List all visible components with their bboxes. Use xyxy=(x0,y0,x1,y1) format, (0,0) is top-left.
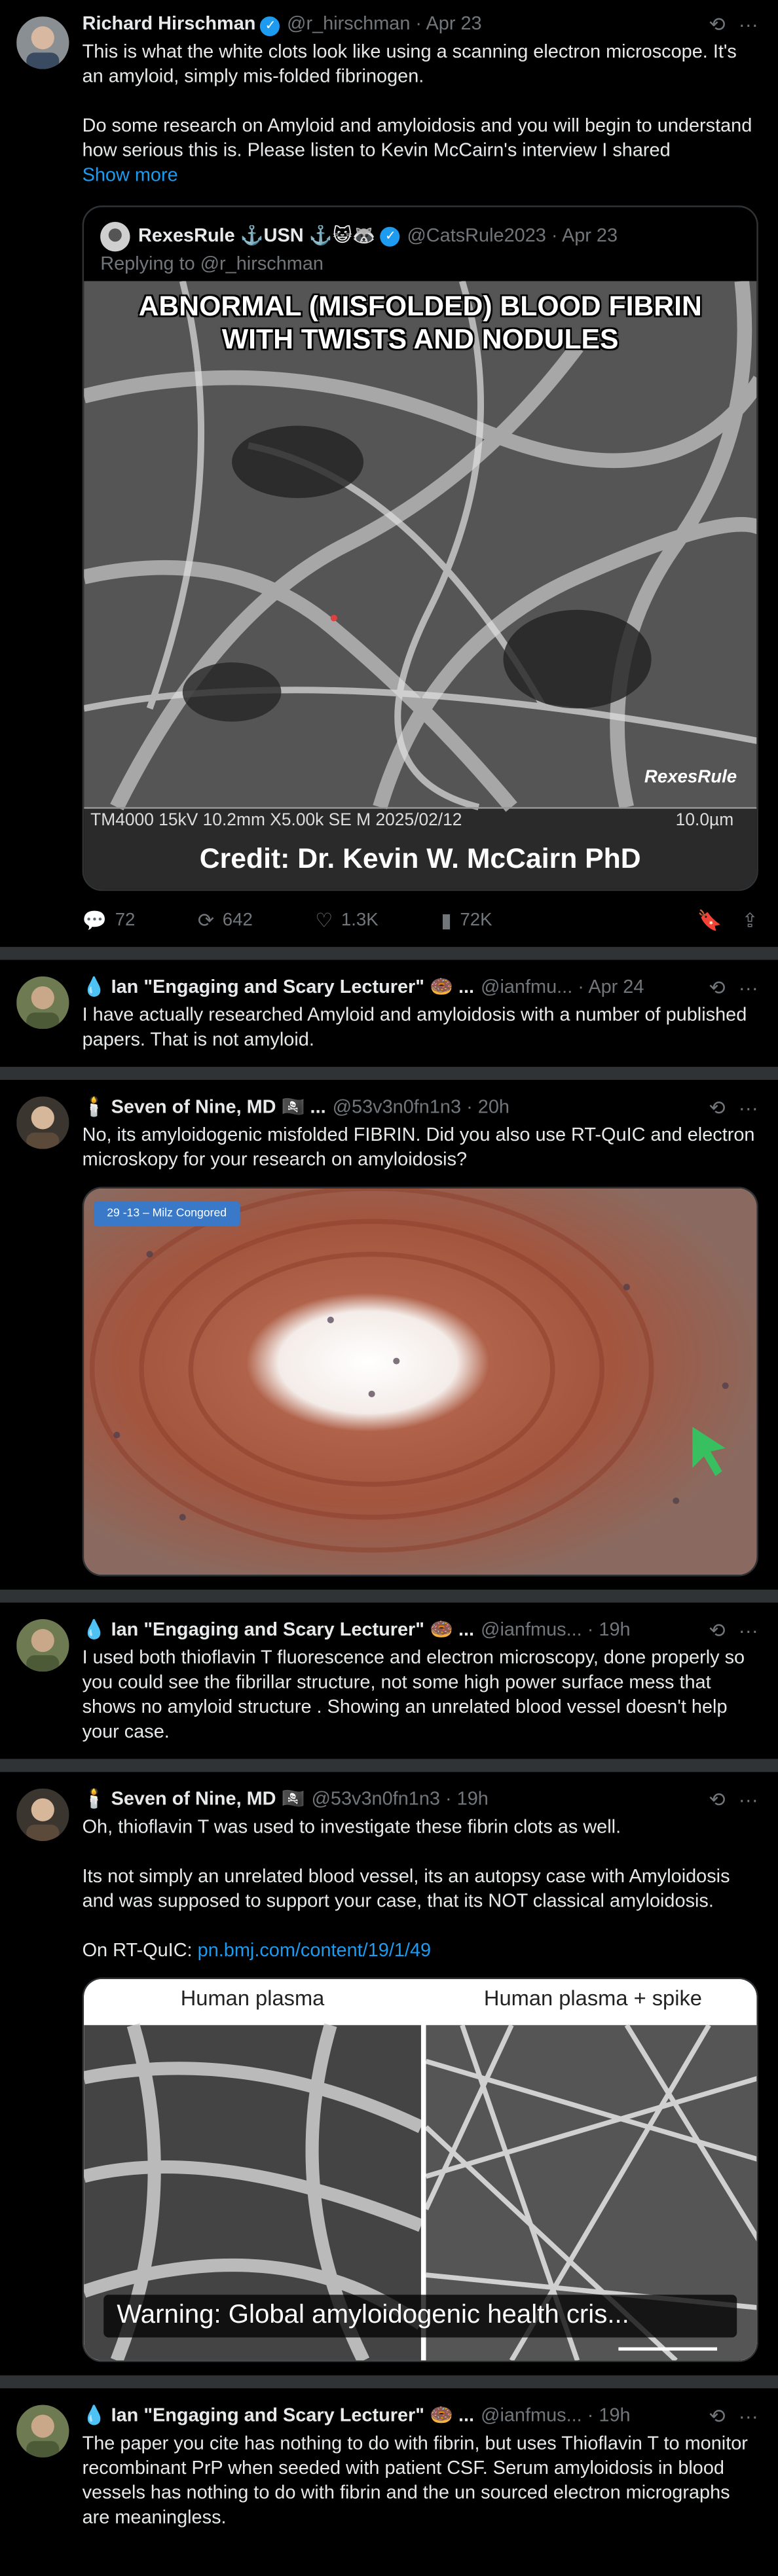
verified-badge-icon: ✓ xyxy=(260,15,281,35)
image-label: 29 -13 – Milz Congored xyxy=(94,1201,240,1226)
grok-icon[interactable]: ⟲ xyxy=(709,13,725,38)
quoted-post[interactable]: RexesRule ⚓️USN ⚓️😺🦝 ✓ @CatsRule2023 · A… xyxy=(82,205,758,891)
author-name[interactable]: 💧 Ian "Engaging and Scary Lecturer" 🍩 ..… xyxy=(83,976,475,1001)
repost-button[interactable]: ⟳ 642 xyxy=(198,909,253,932)
like-icon: ♡ xyxy=(315,908,333,933)
views-icon: ▮ xyxy=(441,908,452,933)
author-handle[interactable]: @ianfmus... · 19h xyxy=(481,2405,630,2429)
image-title: ABNORMAL (MISFOLDED) BLOOD FIBRIN WITH T… xyxy=(138,291,702,355)
grok-icon[interactable]: ⟲ xyxy=(709,1619,725,1644)
avatar[interactable] xyxy=(16,1619,69,1672)
quoted-author-name[interactable]: RexesRule ⚓️USN ⚓️😺🦝 xyxy=(138,224,376,249)
separator xyxy=(0,1589,778,1603)
show-more-link[interactable]: Show more xyxy=(83,164,758,189)
author-handle[interactable]: @ianfmu... · Apr 24 xyxy=(481,976,644,1001)
author-name[interactable]: 🕯️ Seven of Nine, MD 🏴‍☠️ ... xyxy=(83,1096,326,1121)
fibrin-comparison-image[interactable]: Human plasma Human plasma + spike Warnin… xyxy=(82,1977,758,2363)
grok-icon[interactable]: ⟲ xyxy=(709,1096,725,1121)
post-ian-2[interactable]: 💧 Ian "Engaging and Scary Lecturer" 🍩 ..… xyxy=(0,1602,778,1759)
more-icon[interactable]: ··· xyxy=(739,976,758,1001)
image-caption: Warning: Global amyloidogenic health cri… xyxy=(103,2295,737,2338)
views-button[interactable]: ▮ 72K xyxy=(441,909,492,932)
more-icon[interactable]: ··· xyxy=(739,13,758,38)
reply-button[interactable]: 💬 72 xyxy=(83,909,136,932)
right-panel-label: Human plasma + spike xyxy=(483,1986,702,2011)
reply-icon: 💬 xyxy=(82,908,107,933)
author-name[interactable]: 💧 Ian "Engaging and Scary Lecturer" 🍩 ..… xyxy=(83,1619,475,1644)
sem-image[interactable]: ABNORMAL (MISFOLDED) BLOOD FIBRIN WITH T… xyxy=(84,281,757,889)
image-watermark: RexesRule xyxy=(644,767,737,788)
post-text: Oh, thioflavin T was used to investigate… xyxy=(82,1817,730,1961)
author-handle[interactable]: @53v3n0fn1n3 · 19h xyxy=(312,1789,489,1814)
more-icon[interactable]: ··· xyxy=(739,1619,758,1644)
post-seven-of-nine-1[interactable]: 🕯️ Seven of Nine, MD 🏴‍☠️ ... @53v3n0fn1… xyxy=(0,1080,778,1590)
post-text: I used both thioflavin T fluorescence an… xyxy=(82,1649,750,1743)
author-name[interactable]: 💧 Ian "Engaging and Scary Lecturer" 🍩 ..… xyxy=(83,2405,475,2429)
more-icon[interactable]: ··· xyxy=(739,2405,758,2429)
bookmark-icon[interactable]: 🔖 xyxy=(697,909,722,932)
more-icon[interactable]: ··· xyxy=(739,1096,758,1121)
quoted-avatar[interactable] xyxy=(100,222,130,252)
histology-image[interactable]: 29 -13 – Milz Congored xyxy=(82,1187,758,1577)
avatar[interactable] xyxy=(16,2405,69,2458)
separator xyxy=(0,946,778,960)
grok-icon[interactable]: ⟲ xyxy=(709,1789,725,1814)
author-name[interactable]: Richard Hirschman xyxy=(83,13,256,38)
separator xyxy=(0,1067,778,1081)
post-seven-of-nine-2[interactable]: 🕯️ Seven of Nine, MD 🏴‍☠️ @53v3n0fn1n3 ·… xyxy=(0,1772,778,2376)
avatar[interactable] xyxy=(16,1096,69,1149)
sem-info: TM4000 15kV 10.2mm X5.00k SE M 2025/02/1… xyxy=(90,810,462,831)
paper-link[interactable]: pn.bmj.com/content/19/1/49 xyxy=(198,1941,431,1961)
quoted-author-handle[interactable]: @CatsRule2023 · Apr 23 xyxy=(407,224,618,249)
post-text: No, its amyloidogenic misfolded FIBRIN. … xyxy=(82,1126,760,1171)
sem-scale: 10.0µm xyxy=(675,810,734,831)
post-actions: 💬 72 ⟳ 642 ♡ 1.3K ▮ 72K 🔖 ⇪ xyxy=(83,907,758,933)
sem-texture xyxy=(84,281,757,889)
avatar[interactable] xyxy=(16,976,69,1029)
like-button[interactable]: ♡ 1.3K xyxy=(315,909,378,932)
post-text: This is what the white clots look like u… xyxy=(82,43,752,162)
post-text: I have actually researched Amyloid and a… xyxy=(82,1006,752,1050)
author-name[interactable]: 🕯️ Seven of Nine, MD 🏴‍☠️ xyxy=(83,1789,305,1814)
histology-texture xyxy=(84,1188,757,1575)
author-handle[interactable]: @53v3n0fn1n3 · 20h xyxy=(333,1096,509,1121)
separator xyxy=(0,2375,778,2389)
avatar[interactable] xyxy=(16,16,69,69)
caption-progress-bar xyxy=(618,2347,718,2351)
post-text: The paper you cite has nothing to do wit… xyxy=(82,2434,753,2528)
left-panel-label: Human plasma xyxy=(180,1986,325,2011)
share-icon[interactable]: ⇪ xyxy=(742,909,758,932)
separator xyxy=(0,1759,778,1772)
author-handle[interactable]: @r_hirschman · Apr 23 xyxy=(287,13,481,38)
image-credit: Credit: Dr. Kevin W. McCairn PhD xyxy=(199,843,641,875)
post-ian-1[interactable]: 💧 Ian "Engaging and Scary Lecturer" 🍩 ..… xyxy=(0,959,778,1067)
post-richard-hirschman[interactable]: Richard Hirschman ✓ @r_hirschman · Apr 2… xyxy=(0,0,778,947)
avatar[interactable] xyxy=(16,1788,69,1841)
post-ian-3[interactable]: 💧 Ian "Engaging and Scary Lecturer" 🍩 ..… xyxy=(0,2388,778,2545)
grok-icon[interactable]: ⟲ xyxy=(709,2405,725,2429)
replying-to: Replying to @r_hirschman xyxy=(100,255,324,275)
author-handle[interactable]: @ianfmus... · 19h xyxy=(481,1619,630,1644)
grok-icon[interactable]: ⟲ xyxy=(709,976,725,1001)
repost-icon: ⟳ xyxy=(197,908,215,933)
verified-badge-icon: ✓ xyxy=(380,226,401,247)
more-icon[interactable]: ··· xyxy=(739,1789,758,1814)
